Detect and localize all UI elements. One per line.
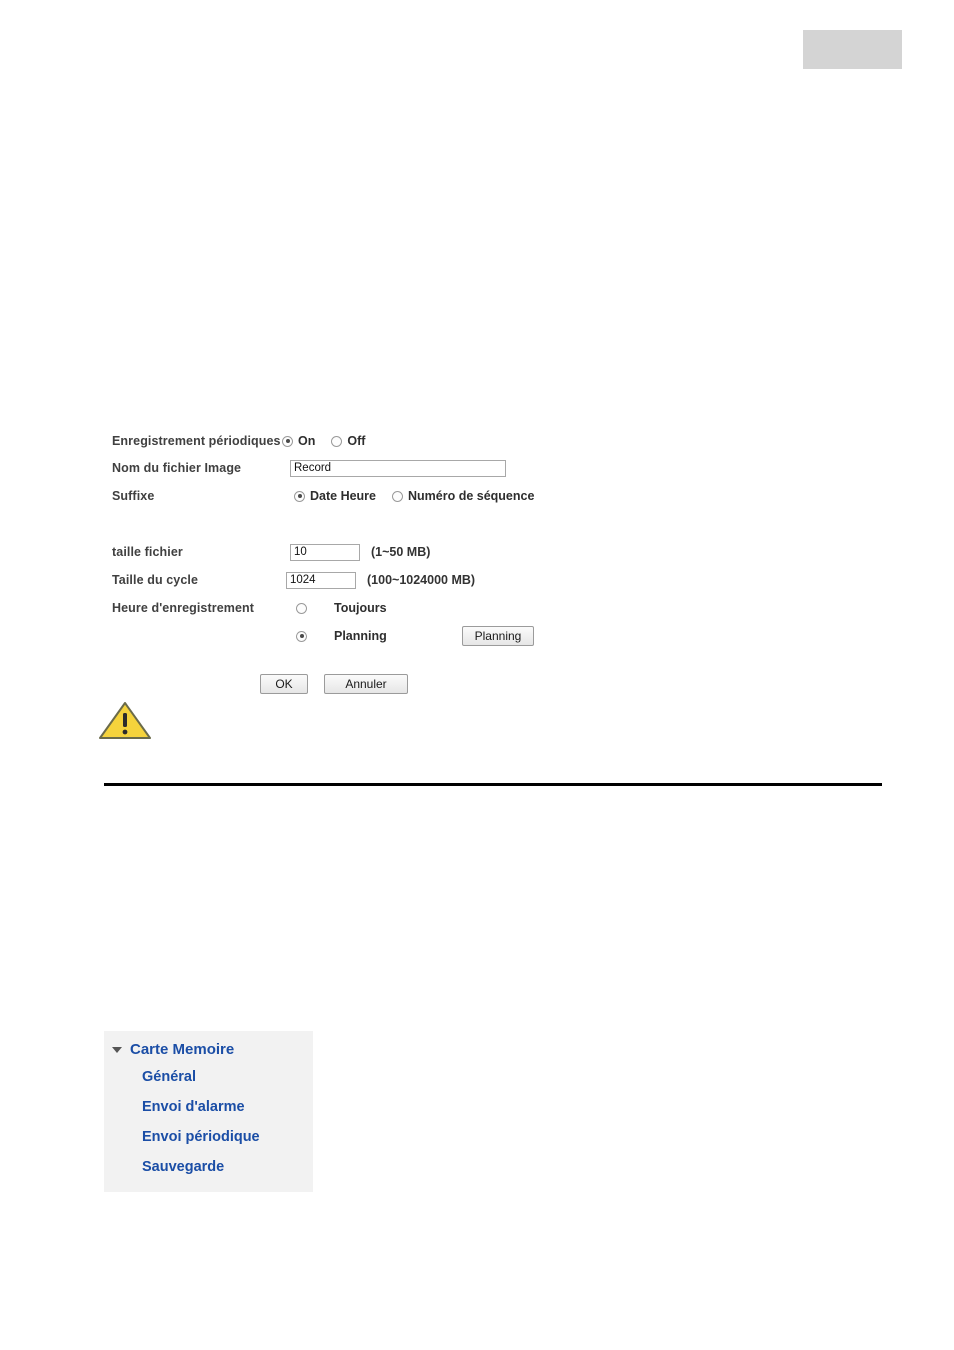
form-row-file-name: Nom du fichier Image xyxy=(112,454,652,482)
form-spacer xyxy=(112,510,652,538)
form-actions: OK Annuler xyxy=(112,670,652,698)
label-record-time: Heure d'enregistrement xyxy=(112,601,255,615)
cancel-button[interactable]: Annuler xyxy=(324,674,408,694)
file-name-input[interactable] xyxy=(290,459,506,477)
menu-root-label: Carte Memoire xyxy=(130,1041,235,1058)
menu-item-general[interactable]: Général xyxy=(104,1062,313,1092)
file-size-input[interactable] xyxy=(290,543,360,561)
menu-item-label: Envoi périodique xyxy=(142,1129,260,1145)
memory-card-menu: Carte Memoire Général Envoi d'alarme Env… xyxy=(104,1031,313,1192)
hint-cycle-size: (100~1024000 MB) xyxy=(367,573,476,587)
radio-record-time-always[interactable] xyxy=(296,602,307,614)
ok-button[interactable]: OK xyxy=(260,674,308,694)
label-cycle-size: Taille du cycle xyxy=(112,573,199,587)
form-spacer-2 xyxy=(112,650,652,670)
horizontal-rule xyxy=(104,783,882,786)
radio-suffix-datetime[interactable] xyxy=(294,490,305,502)
label-periodic-record: Enregistrement périodiques xyxy=(112,434,281,448)
label-file-size: taille fichier xyxy=(112,545,183,559)
form-row-cycle-size: Taille du cycle (100~1024000 MB) xyxy=(112,566,652,594)
form-row-record-time: Heure d'enregistrement Toujours xyxy=(112,594,652,622)
hint-file-size: (1~50 MB) xyxy=(371,545,431,559)
radio-label-suffix-sequence: Numéro de séquence xyxy=(408,489,535,503)
warning-icon xyxy=(98,700,152,740)
radio-label-periodic-off: Off xyxy=(347,434,366,448)
schedule-button[interactable]: Planning xyxy=(462,626,534,646)
menu-item-envoi-alarme[interactable]: Envoi d'alarme xyxy=(104,1092,313,1122)
label-file-name: Nom du fichier Image xyxy=(112,461,242,475)
radio-periodic-off[interactable] xyxy=(331,435,343,447)
menu-item-label: Sauvegarde xyxy=(142,1159,225,1175)
form-row-periodic-record: Enregistrement périodiques On Off xyxy=(112,428,652,454)
radio-label-record-time-schedule: Planning xyxy=(334,629,387,643)
radio-label-suffix-datetime: Date Heure xyxy=(310,489,376,503)
radio-suffix-sequence[interactable] xyxy=(392,490,403,502)
label-suffix: Suffixe xyxy=(112,489,155,503)
header-grey-block xyxy=(803,30,902,69)
radio-record-time-schedule[interactable] xyxy=(296,630,307,642)
radio-label-record-time-always: Toujours xyxy=(334,601,387,615)
menu-item-label: Envoi d'alarme xyxy=(142,1099,245,1115)
cycle-size-input[interactable] xyxy=(286,571,356,589)
menu-item-envoi-periodique[interactable]: Envoi périodique xyxy=(104,1122,313,1152)
chevron-down-icon xyxy=(112,1046,122,1053)
form-row-suffix: Suffixe Date Heure Numéro de séquence xyxy=(112,482,652,510)
menu-item-label: Général xyxy=(142,1069,196,1085)
periodic-record-form: Enregistrement périodiques On Off Nom du… xyxy=(112,428,652,698)
radio-periodic-on[interactable] xyxy=(282,435,293,447)
radio-label-periodic-on: On xyxy=(298,434,316,448)
menu-item-sauvegarde[interactable]: Sauvegarde xyxy=(104,1152,313,1182)
menu-root-carte-memoire[interactable]: Carte Memoire xyxy=(104,1037,313,1062)
form-row-record-time-schedule: Planning Planning xyxy=(112,622,652,650)
form-row-file-size: taille fichier (1~50 MB) xyxy=(112,538,652,566)
